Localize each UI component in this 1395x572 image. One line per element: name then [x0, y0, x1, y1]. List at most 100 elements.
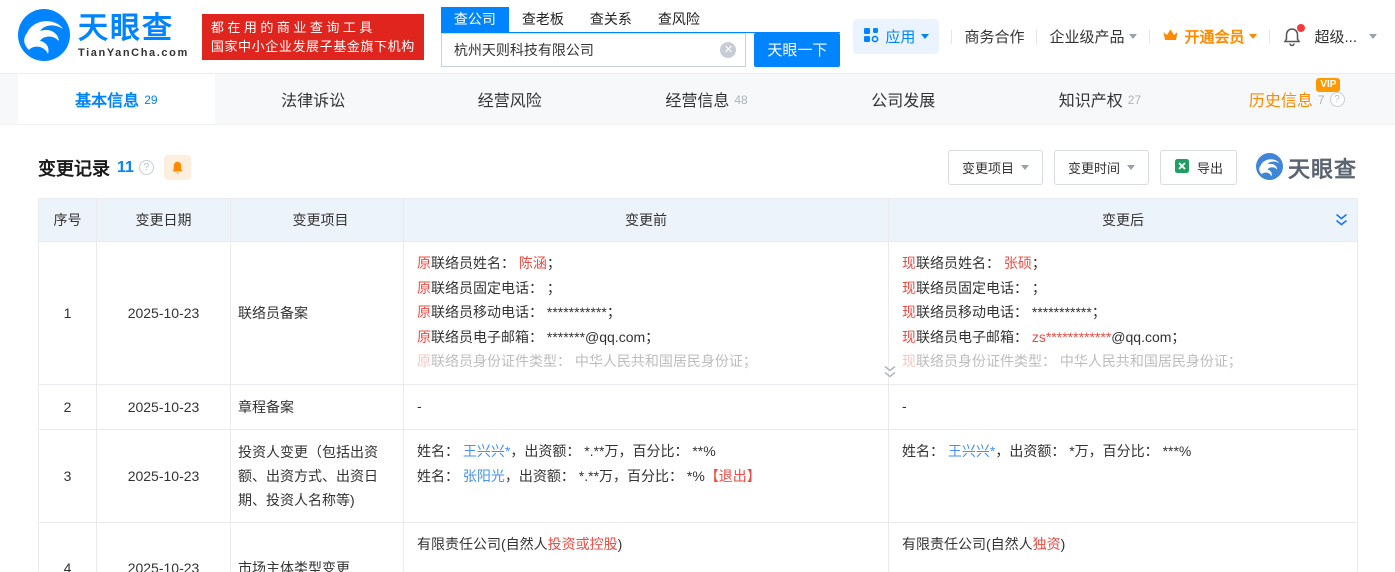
nav-enterprise-products[interactable]: 企业级产品	[1049, 26, 1137, 47]
apps-button[interactable]: 应用	[853, 19, 939, 54]
column-header: 序号	[39, 199, 97, 242]
nav-open-vip[interactable]: 开通会员	[1162, 26, 1257, 47]
cell-text: 联络员电子邮箱：	[916, 329, 1032, 345]
tab-经营信息[interactable]: 经营信息48	[608, 74, 805, 124]
record-line: -	[902, 394, 1344, 419]
page: 天眼查 TianYanCha.com 都在用的商业查询工具 国家中小企业发展子基…	[0, 0, 1395, 572]
changed-value: 原	[417, 353, 431, 369]
cell-change-item: 联络员备案	[231, 242, 404, 385]
search-button[interactable]: 天眼一下	[754, 33, 840, 67]
expand-row-icon[interactable]	[882, 365, 898, 379]
changed-value: 原	[417, 304, 431, 320]
record-line: 原联络员姓名： 陈涵；	[417, 251, 875, 276]
clear-icon[interactable]: ✕	[720, 42, 736, 58]
collapse-all-icon[interactable]	[1333, 212, 1350, 228]
search-input[interactable]	[441, 33, 747, 67]
table-body: 12025-10-23联络员备案原联络员姓名： 陈涵；原联络员固定电话： ；原联…	[39, 242, 1358, 572]
record-line: 现联络员姓名： 张硕；	[902, 251, 1344, 276]
cell-after: -	[889, 385, 1358, 430]
tab-历史信息[interactable]: 历史信息VIP7?	[1198, 74, 1395, 124]
search-tab[interactable]: 查老板	[509, 7, 577, 32]
tab-label: 知识产权	[1059, 87, 1123, 111]
record-line: 原联络员身份证件类型： 中华人民共和国居民身份证；	[417, 349, 875, 374]
changed-value: 原	[417, 329, 431, 345]
apps-label: 应用	[885, 26, 915, 47]
caret-down-icon	[1249, 34, 1257, 43]
table-header-row: 序号 变更日期 变更项目 变更前 变更后	[39, 199, 1358, 242]
notification-bell[interactable]	[1282, 27, 1302, 47]
nav-business-cooperation[interactable]: 商务合作	[964, 26, 1024, 47]
help-icon[interactable]: ?	[1330, 92, 1345, 107]
user-menu[interactable]: 超级...	[1314, 26, 1357, 47]
cell-after: 有限责任公司(自然人独资)	[889, 523, 1358, 572]
export-button[interactable]: 导出	[1160, 150, 1237, 185]
changed-value: 【退出】	[705, 468, 761, 484]
tab-公司发展[interactable]: 公司发展	[805, 74, 1002, 124]
caret-down-icon	[1021, 165, 1029, 174]
changed-value: 现	[902, 280, 916, 296]
entity-link[interactable]: 张阳光	[463, 468, 505, 484]
subscribe-bell-button[interactable]	[164, 155, 191, 180]
cell-date: 2025-10-23	[97, 523, 231, 572]
table-row: 22025-10-23章程备案--	[39, 385, 1358, 430]
watermark-text: 天眼查	[1288, 152, 1357, 184]
section-title: 变更记录	[38, 155, 110, 181]
table-toolbar: 变更项目 变更时间 导出	[948, 150, 1357, 185]
changed-value: 原	[417, 255, 431, 271]
filter-change-item[interactable]: 变更项目	[948, 150, 1043, 185]
cell-change-item: 章程备案	[231, 385, 404, 430]
table-row: 42025-10-23市场主体类型变更有限责任公司(自然人投资或控股)有限责任公…	[39, 523, 1358, 572]
search-tab[interactable]: 查风险	[645, 7, 713, 32]
record-count: 11	[117, 159, 134, 177]
header-nav: 应用 商务合作 企业级产品 开通会员	[853, 19, 1377, 54]
column-header: 变更项目	[231, 199, 404, 242]
record-line: 原联络员固定电话： ；	[417, 276, 875, 301]
cell-text: 联络员固定电话： ；	[916, 280, 1046, 296]
record-line: 姓名： 王兴兴*，出资额： *万，百分比： ***%	[902, 439, 1344, 464]
column-header: 变更日期	[97, 199, 231, 242]
cell-text: 姓名：	[417, 468, 463, 484]
changed-value: 原	[417, 280, 431, 296]
tab-label: 基本信息	[75, 87, 139, 111]
watermark-logo: 天眼查	[1256, 152, 1357, 184]
slogan-banner: 都在用的商业查询工具 国家中小企业发展子基金旗下机构	[202, 14, 424, 60]
tab-经营风险[interactable]: 经营风险	[411, 74, 608, 124]
tab-label: 公司发展	[871, 87, 935, 111]
cell-change-item: 市场主体类型变更	[231, 523, 404, 572]
export-label: 导出	[1197, 158, 1223, 177]
cell-text: 联络员固定电话： ；	[431, 280, 561, 296]
divider	[1036, 30, 1037, 44]
record-line: 原联络员移动电话： ***********；	[417, 300, 875, 325]
tab-法律诉讼[interactable]: 法律诉讼	[215, 74, 412, 124]
section-header: 变更记录 11 ? 变更项目 变更时间	[38, 150, 1357, 185]
filter-change-time[interactable]: 变更时间	[1054, 150, 1149, 185]
tab-基本信息[interactable]: 基本信息29	[18, 74, 215, 124]
notification-dot	[1297, 24, 1305, 32]
tab-label: 历史信息	[1249, 87, 1313, 111]
cell-date: 2025-10-23	[97, 430, 231, 523]
record-line: 现联络员移动电话： ***********；	[902, 300, 1344, 325]
user-name: 超级...	[1314, 26, 1357, 47]
help-icon[interactable]: ?	[139, 160, 154, 175]
changed-value: 独资	[1033, 536, 1061, 552]
search-tab[interactable]: 查公司	[441, 7, 509, 32]
tab-知识产权[interactable]: 知识产权27	[1002, 74, 1199, 124]
caret-down-icon	[1129, 34, 1137, 43]
cell-date: 2025-10-23	[97, 385, 231, 430]
tianyancha-logo-icon	[1256, 153, 1283, 183]
entity-link[interactable]: 王兴兴*	[463, 443, 510, 459]
brand-name: 天眼查	[78, 14, 189, 44]
search-tab[interactable]: 查关系	[577, 7, 645, 32]
cell-before: 姓名： 王兴兴*，出资额： *.**万，百分比： **%姓名： 张阳光，出资额：…	[404, 430, 889, 523]
filter-label: 变更时间	[1068, 158, 1120, 177]
tianyancha-logo[interactable]: 天眼查 TianYanCha.com	[18, 9, 189, 64]
slogan-line1: 都在用的商业查询工具	[211, 18, 415, 37]
cell-text: 联络员移动电话： ***********；	[916, 304, 1106, 320]
changed-value: 现	[902, 255, 916, 271]
tab-label: 法律诉讼	[281, 87, 345, 111]
records-table: 序号 变更日期 变更项目 变更前 变更后 120	[38, 198, 1358, 572]
apps-grid-icon	[863, 27, 879, 47]
entity-link[interactable]: 王兴兴*	[948, 443, 995, 459]
cell-before: -	[404, 385, 889, 430]
brand-domain: TianYanCha.com	[78, 48, 189, 59]
